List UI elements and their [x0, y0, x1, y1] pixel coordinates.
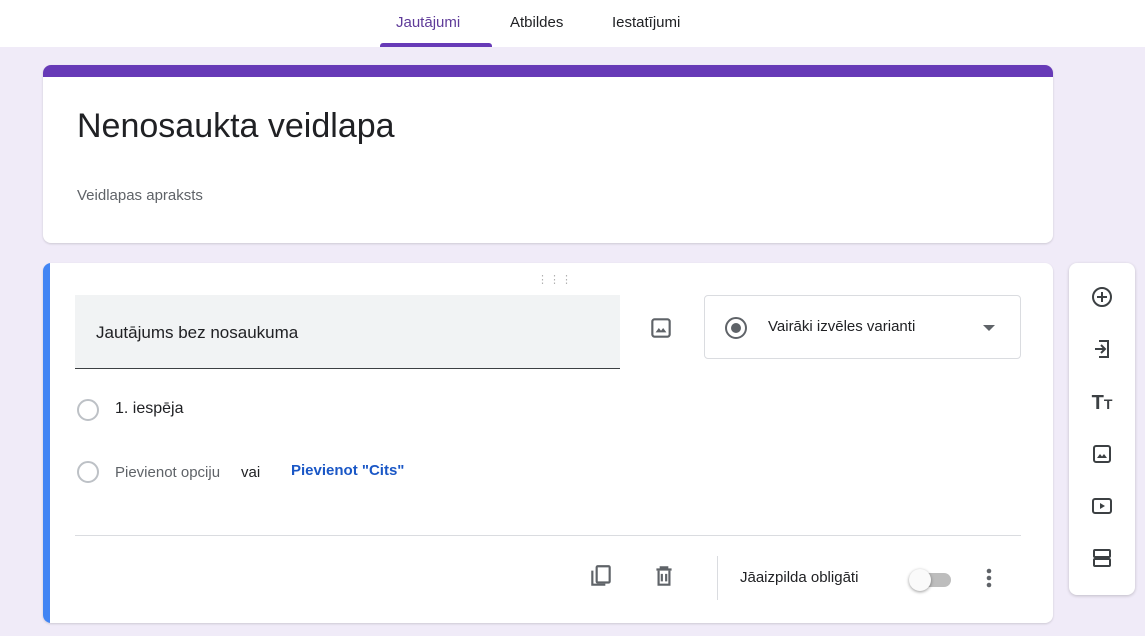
add-video-icon[interactable] [1089, 493, 1115, 519]
question-title-text: Jautājums bez nosaukuma [96, 323, 299, 342]
more-options-icon[interactable] [977, 565, 1001, 591]
add-title-icon[interactable]: TT [1089, 390, 1115, 416]
question-type-label: Vairāki izvēles varianti [768, 318, 916, 335]
active-tab-indicator [380, 43, 492, 47]
question-title-input[interactable]: Jautājums bez nosaukuma [75, 295, 620, 369]
add-question-icon[interactable] [1089, 284, 1115, 310]
footer-divider [75, 535, 1021, 536]
footer-separator [717, 556, 718, 600]
form-accent-bar [43, 65, 1053, 77]
top-tab-bar: Jautājumi Atbildes Iestatījumi [0, 0, 1145, 47]
active-question-indicator [43, 263, 50, 623]
question-type-dropdown[interactable]: Vairāki izvēles varianti [704, 295, 1021, 359]
add-image-icon[interactable] [648, 315, 674, 341]
tab-responses[interactable]: Atbildes [510, 14, 563, 47]
drag-handle-icon[interactable]: ⋮⋮⋮ [537, 273, 573, 286]
add-other-link[interactable]: Pievienot "Cits" [291, 462, 404, 479]
tab-settings[interactable]: Iestatījumi [612, 14, 680, 47]
form-header-card[interactable]: Nenosaukta veidlapa Veidlapas apraksts [43, 65, 1053, 243]
question-card[interactable]: ⋮⋮⋮ Jautājums bez nosaukuma Vairāki izvē… [43, 263, 1053, 623]
side-toolbar: TT [1069, 263, 1135, 595]
import-questions-icon[interactable] [1089, 336, 1115, 362]
add-option-link[interactable]: Pievienot opciju [115, 464, 220, 481]
toggle-thumb [909, 569, 931, 591]
option-radio-icon [77, 399, 99, 421]
option-1-label[interactable]: 1. iespēja [115, 400, 184, 418]
required-label: Jāaizpilda obligāti [740, 569, 859, 586]
radio-selected-icon [725, 317, 747, 339]
duplicate-icon[interactable] [588, 563, 614, 589]
add-section-icon[interactable] [1089, 545, 1115, 571]
form-title[interactable]: Nenosaukta veidlapa [77, 107, 395, 146]
form-description[interactable]: Veidlapas apraksts [77, 187, 203, 204]
delete-icon[interactable] [651, 563, 677, 589]
add-option-radio-icon [77, 461, 99, 483]
chevron-down-icon [983, 325, 995, 331]
required-toggle[interactable] [909, 567, 953, 591]
add-image-icon[interactable] [1089, 441, 1115, 467]
or-text: vai [241, 464, 261, 481]
